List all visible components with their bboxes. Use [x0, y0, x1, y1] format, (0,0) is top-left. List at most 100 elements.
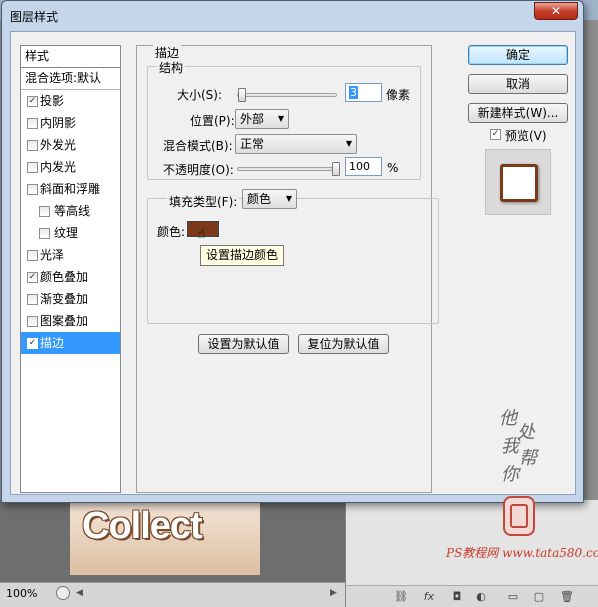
style-item-pattern-overlay[interactable]: 图案叠加 — [21, 310, 120, 332]
ok-button[interactable]: 确定 — [468, 45, 568, 65]
size-slider-thumb[interactable] — [238, 88, 246, 102]
style-item-stroke[interactable]: ✓ 描边 — [21, 332, 120, 354]
style-item-outer-glow[interactable]: 外发光 — [21, 134, 120, 156]
document-info-icon[interactable] — [56, 586, 70, 600]
checkbox-texture[interactable] — [39, 228, 50, 239]
styles-header[interactable]: 样式 — [21, 46, 120, 68]
color-label: 颜色: — [157, 225, 186, 239]
fx-icon[interactable]: fx — [422, 590, 436, 604]
preview-label: 预览(V) — [505, 129, 547, 143]
checkbox-satin[interactable] — [27, 250, 38, 261]
new-style-button[interactable]: 新建样式(W)... — [468, 103, 568, 123]
position-value: 外部 — [240, 112, 265, 126]
close-button[interactable]: ✕ — [534, 2, 578, 20]
checkbox-pattern-overlay[interactable] — [27, 316, 38, 327]
cancel-button[interactable]: 取消 — [468, 74, 568, 94]
checkbox-stroke[interactable]: ✓ — [27, 338, 38, 349]
style-item-label: 内阴影 — [40, 116, 77, 130]
dialog-title: 图层样式 — [10, 10, 59, 24]
delete-layer-icon[interactable]: 🗑 — [560, 590, 574, 604]
chevron-down-icon: ▼ — [277, 114, 284, 123]
style-item-label: 图案叠加 — [40, 314, 89, 328]
style-item-inner-glow[interactable]: 内发光 — [21, 156, 120, 178]
style-item-texture[interactable]: 纹理 — [21, 222, 120, 244]
watermark-calligraphy-3: 我 — [501, 436, 519, 457]
style-item-label: 光泽 — [40, 248, 65, 262]
canvas-text-layer: Collect — [82, 505, 203, 547]
fill-type-dropdown[interactable]: 颜色 ▼ — [242, 189, 297, 209]
scroll-left-arrow[interactable]: ◀ — [76, 587, 84, 599]
fill-type-label: 填充类型(F): — [167, 193, 240, 210]
blend-mode-value: 正常 — [240, 137, 265, 151]
checkbox-gradient-overlay[interactable] — [27, 294, 38, 305]
fill-type-value: 颜色 — [247, 192, 272, 206]
link-layers-icon[interactable]: ⛓ — [394, 590, 408, 604]
fill-type-group — [147, 198, 439, 324]
watermark-site-url: PS教程网 www.tata580.com — [446, 546, 598, 560]
status-bar: 100% ◀ ▶ — [0, 582, 345, 607]
preview-checkbox[interactable]: ✓ — [490, 129, 501, 140]
checkbox-bevel-emboss[interactable] — [27, 184, 38, 195]
blend-mode-label: 混合模式(B): — [163, 139, 233, 153]
style-item-label: 纹理 — [54, 226, 79, 240]
styles-list: 样式 混合选项:默认 ✓ 投影 内阴影 外发光 内发光 斜面和浮雕 等高线 纹理… — [20, 45, 121, 493]
style-item-label: 描边 — [40, 336, 65, 350]
blend-mode-dropdown[interactable]: 正常 ▼ — [235, 134, 357, 154]
style-item-label: 外发光 — [40, 138, 77, 152]
style-preview — [485, 149, 551, 215]
zoom-readout[interactable]: 100% — [6, 587, 37, 600]
style-item-inner-shadow[interactable]: 内阴影 — [21, 112, 120, 134]
layer-mask-icon[interactable]: ◘ — [450, 590, 464, 604]
style-item-label: 斜面和浮雕 — [40, 182, 101, 196]
watermark-seal — [503, 496, 535, 536]
make-default-button[interactable]: 设置为默认值 — [198, 334, 289, 354]
size-label: 大小(S): — [177, 88, 223, 102]
document-canvas[interactable]: Collect — [70, 503, 260, 575]
scroll-right-arrow[interactable]: ▶ — [330, 587, 338, 599]
style-item-gradient-overlay[interactable]: 渐变叠加 — [21, 288, 120, 310]
size-input[interactable]: 3 — [345, 83, 382, 102]
layers-panel-toolbar: ⛓ fx ◘ ◐ ▭ ▢ 🗑 — [346, 585, 598, 607]
watermark-calligraphy-1: 他 — [499, 408, 517, 429]
dialog-title-bar[interactable]: 图层样式 ✕ — [2, 1, 583, 31]
layer-style-dialog: 图层样式 ✕ 样式 混合选项:默认 ✓ 投影 内阴影 外发光 内发光 斜面和浮雕… — [1, 0, 584, 536]
opacity-unit: % — [387, 161, 399, 175]
style-item-label: 内发光 — [40, 160, 77, 174]
checkbox-color-overlay[interactable]: ✓ — [27, 272, 38, 283]
group-folder-icon[interactable]: ▭ — [506, 590, 520, 604]
checkbox-contour[interactable] — [39, 206, 50, 217]
checkbox-inner-shadow[interactable] — [27, 118, 38, 129]
checkbox-outer-glow[interactable] — [27, 140, 38, 151]
adjustment-layer-icon[interactable]: ◐ — [474, 590, 488, 604]
style-item-label: 颜色叠加 — [40, 270, 89, 284]
preview-swatch — [500, 164, 538, 202]
style-item-bevel-emboss[interactable]: 斜面和浮雕 — [21, 178, 120, 200]
watermark-calligraphy-4: 帮 — [519, 448, 537, 469]
checkbox-drop-shadow[interactable]: ✓ — [27, 96, 38, 107]
checkbox-inner-glow[interactable] — [27, 162, 38, 173]
structure-group-title: 结构 — [157, 59, 186, 76]
size-slider[interactable] — [237, 88, 337, 102]
position-dropdown[interactable]: 外部 ▼ — [235, 109, 289, 129]
seal-inner — [510, 504, 528, 528]
style-item-contour[interactable]: 等高线 — [21, 200, 120, 222]
style-item-drop-shadow[interactable]: ✓ 投影 — [21, 90, 120, 112]
size-unit: 像素 — [386, 88, 411, 102]
blending-options-item[interactable]: 混合选项:默认 — [21, 68, 120, 90]
opacity-slider[interactable] — [237, 162, 340, 176]
position-label: 位置(P): — [190, 114, 235, 128]
style-item-satin[interactable]: 光泽 — [21, 244, 120, 266]
style-item-label: 渐变叠加 — [40, 292, 89, 306]
style-item-color-overlay[interactable]: ✓ 颜色叠加 — [21, 266, 120, 288]
new-layer-icon[interactable]: ▢ — [532, 590, 546, 604]
watermark-calligraphy-5: 你 — [501, 464, 519, 485]
style-item-label: 投影 — [40, 94, 65, 108]
size-value: 3 — [349, 86, 358, 99]
dialog-body: 样式 混合选项:默认 ✓ 投影 内阴影 外发光 内发光 斜面和浮雕 等高线 纹理… — [10, 31, 576, 536]
opacity-input[interactable]: 100 — [345, 157, 382, 176]
hand-cursor-icon: ☝ — [197, 226, 206, 242]
opacity-value: 100 — [349, 160, 370, 173]
reset-default-button[interactable]: 复位为默认值 — [298, 334, 389, 354]
opacity-slider-thumb[interactable] — [332, 162, 340, 176]
chevron-down-icon: ▼ — [345, 139, 352, 148]
